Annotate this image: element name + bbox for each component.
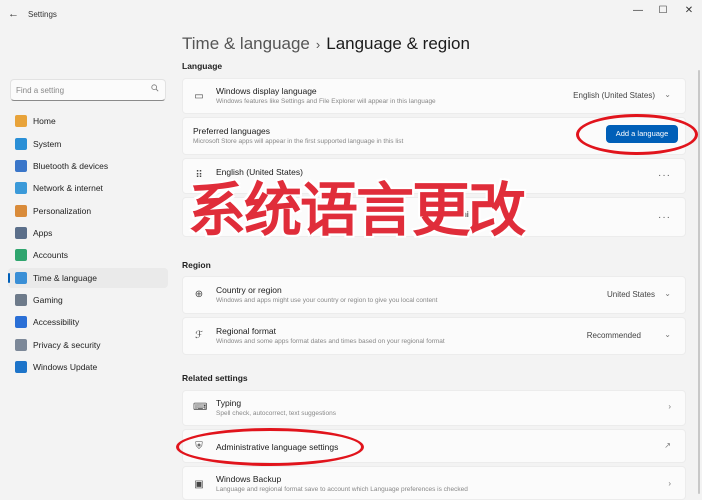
row-title: Preferred languages	[193, 126, 271, 136]
sidebar-item-accounts[interactable]: Accounts	[8, 245, 168, 265]
title-bar: ← Settings — ☐ ✕	[0, 0, 702, 30]
sidebar-item-label: System	[33, 139, 62, 149]
sidebar-item-personalization[interactable]: Personalization	[8, 201, 168, 221]
row-title: Regional format	[216, 326, 277, 336]
accounts-icon	[15, 249, 27, 261]
breadcrumb-parent[interactable]: Time & language	[182, 34, 310, 53]
sidebar-item-label: Apps	[33, 228, 53, 238]
app-title: Settings	[28, 10, 57, 19]
row-subtitle: Language and regional format save to acc…	[216, 486, 468, 493]
clock-icon	[15, 272, 27, 284]
row-subtitle: Microsoft Store apps will appear in the …	[193, 138, 404, 145]
close-button[interactable]: ✕	[682, 5, 696, 16]
sidebar-item-windows-update[interactable]: Windows Update	[8, 357, 168, 377]
chevron-down-icon: ⌄	[664, 289, 671, 298]
backup-icon: ▣	[194, 479, 204, 490]
gaming-icon	[15, 294, 27, 306]
regional-format-row[interactable]: ℱ Regional format Windows and some apps …	[182, 317, 686, 355]
regional-format-dropdown[interactable]: Recommended	[587, 331, 641, 340]
section-language-title: Language	[182, 61, 223, 71]
display-language-row[interactable]: ▭ Windows display language Windows featu…	[182, 78, 686, 114]
update-icon	[15, 361, 27, 373]
more-options-icon[interactable]: ···	[658, 170, 671, 181]
apps-icon	[15, 227, 27, 239]
sidebar-item-label: Privacy & security	[33, 340, 101, 350]
display-language-dropdown[interactable]: English (United States)	[573, 91, 655, 100]
section-region-title: Region	[182, 260, 211, 270]
breadcrumb-separator: ›	[315, 37, 321, 52]
chevron-right-icon: ›	[668, 479, 671, 488]
row-title: Typing	[216, 398, 242, 408]
accessibility-icon	[15, 316, 27, 328]
chevron-down-icon: ⌄	[664, 330, 671, 339]
sidebar-item-label: Accounts	[33, 250, 68, 260]
country-dropdown[interactable]: United States	[607, 290, 655, 299]
sidebar-item-privacy[interactable]: Privacy & security	[8, 335, 168, 355]
country-region-row[interactable]: ⊕ Country or region Windows and apps mig…	[182, 276, 686, 314]
row-subtitle: Windows and some apps format dates and t…	[216, 338, 445, 345]
sidebar-item-accessibility[interactable]: Accessibility	[8, 312, 168, 332]
sidebar-item-label: Bluetooth & devices	[33, 161, 109, 171]
regional-format-icon: ℱ	[195, 330, 203, 341]
sidebar-item-label: Personalization	[33, 206, 92, 216]
row-subtitle: Spell check, autocorrect, text suggestio…	[216, 410, 336, 417]
sidebar-item-label: Gaming	[33, 295, 63, 305]
sidebar-item-label: Windows Update	[33, 362, 98, 372]
sidebar-item-system[interactable]: System	[8, 134, 168, 154]
search-input[interactable]: Find a setting	[10, 79, 166, 101]
back-button[interactable]: ←	[8, 8, 19, 20]
search-icon	[151, 84, 159, 92]
more-options-icon[interactable]: ···	[658, 212, 671, 223]
highlight-ring-add-language	[576, 114, 698, 155]
overlay-caption: 系统语言更改	[188, 176, 526, 244]
highlight-ring-admin-settings	[176, 428, 364, 466]
sidebar-item-label: Accessibility	[33, 317, 80, 327]
chevron-right-icon: ›	[668, 402, 671, 411]
row-title: Windows display language	[216, 86, 317, 96]
sidebar-item-label: Home	[33, 116, 56, 126]
sidebar-item-network[interactable]: Network & internet	[8, 178, 168, 198]
breadcrumb: Time & language › Language & region	[182, 34, 470, 54]
sidebar-item-label: Time & language	[33, 273, 97, 283]
scrollbar[interactable]	[698, 70, 700, 494]
typing-row[interactable]: ⌨ Typing Spell check, autocorrect, text …	[182, 390, 686, 426]
monitor-icon: ▭	[194, 91, 204, 102]
keyboard-icon: ⌨	[193, 402, 208, 413]
network-icon	[15, 182, 27, 194]
sidebar-item-label: Network & internet	[33, 183, 103, 193]
active-indicator	[8, 273, 10, 283]
section-related-title: Related settings	[182, 373, 248, 383]
row-subtitle: Windows and apps might use your country …	[216, 297, 438, 304]
maximize-button[interactable]: ☐	[656, 5, 670, 16]
sidebar-item-home[interactable]: Home	[8, 111, 168, 131]
external-link-icon: ↗	[664, 441, 671, 450]
system-icon	[15, 138, 27, 150]
minimize-button[interactable]: —	[631, 5, 645, 16]
bluetooth-icon	[15, 160, 27, 172]
shield-icon	[15, 339, 27, 351]
sidebar-item-gaming[interactable]: Gaming	[8, 290, 168, 310]
sidebar-item-time-language[interactable]: Time & language	[8, 268, 168, 288]
windows-backup-row[interactable]: ▣ Windows Backup Language and regional f…	[182, 466, 686, 500]
row-title: Windows Backup	[216, 474, 282, 484]
page-title: Language & region	[326, 34, 470, 53]
chevron-down-icon: ⌄	[664, 90, 671, 99]
home-icon	[15, 115, 27, 127]
brush-icon	[15, 205, 27, 217]
sidebar-item-bluetooth[interactable]: Bluetooth & devices	[8, 156, 168, 176]
globe-icon: ⊕	[194, 289, 204, 300]
sidebar-item-apps[interactable]: Apps	[8, 223, 168, 243]
search-placeholder: Find a setting	[16, 86, 65, 95]
row-title: Country or region	[216, 285, 282, 295]
row-subtitle: Windows features like Settings and File …	[216, 98, 436, 105]
